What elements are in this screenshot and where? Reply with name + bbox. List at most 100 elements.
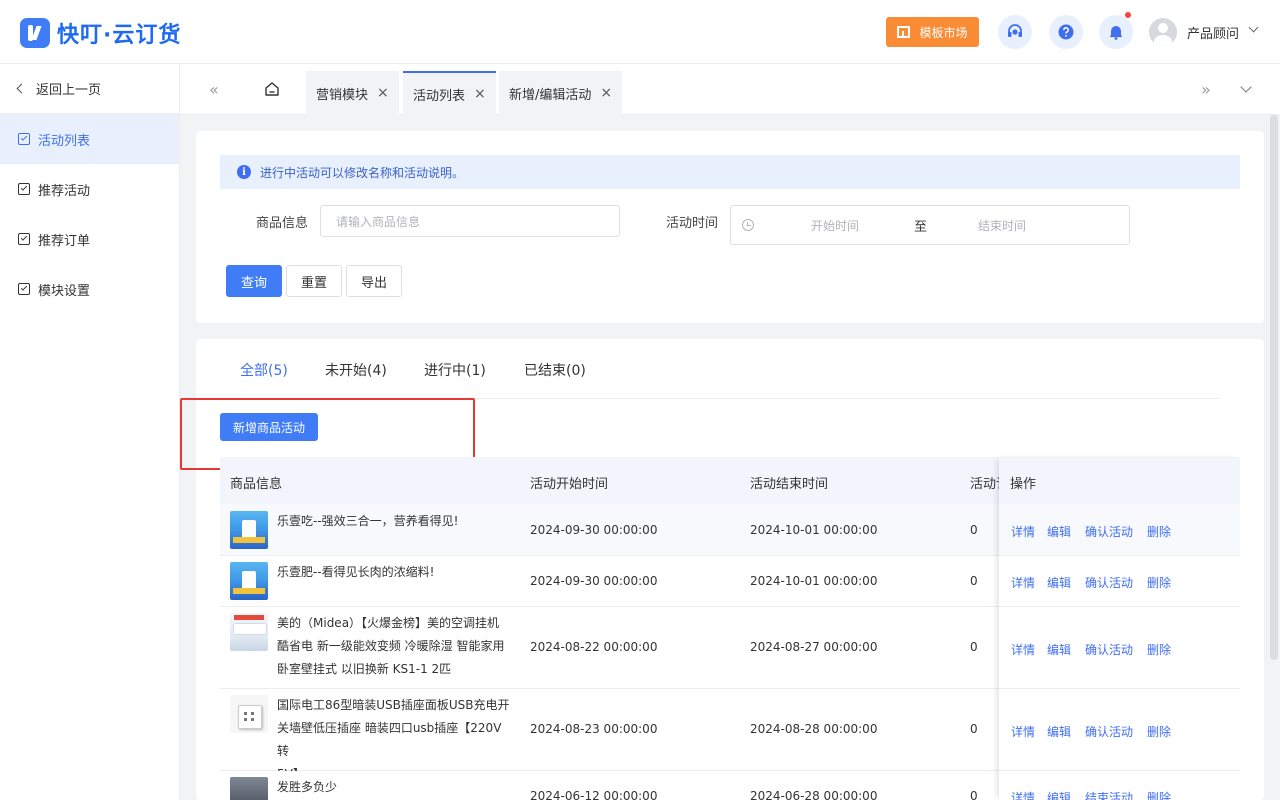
order-count: 0 — [970, 523, 978, 537]
app-logo[interactable]: 快叮·云订货 — [20, 17, 181, 49]
tabs-scroll-right-icon[interactable]: » — [1201, 80, 1211, 99]
product-name: 乐壹肥--看得见长肉的浓缩料! — [277, 565, 435, 579]
export-button[interactable]: 导出 — [346, 265, 402, 297]
chevron-left-icon — [16, 83, 27, 94]
product-thumbnail[interactable] — [230, 695, 268, 733]
product-thumbnail[interactable] — [230, 777, 268, 800]
end-activity-link[interactable]: 结束活动 — [1085, 789, 1133, 800]
chevron-down-icon[interactable] — [1248, 22, 1259, 33]
end-time: 2024-08-28 00:00:00 — [750, 722, 878, 736]
confirm-activity-link[interactable]: 确认活动 — [1085, 574, 1133, 591]
detail-link[interactable]: 详情 — [1011, 723, 1035, 740]
tab-label: 新增/编辑活动 — [509, 87, 592, 103]
template-market-button[interactable]: 模板市场 — [886, 17, 979, 47]
detail-link[interactable]: 详情 — [1011, 789, 1035, 800]
edit-link[interactable]: 编辑 — [1047, 641, 1071, 658]
delete-link[interactable]: 删除 — [1147, 574, 1171, 591]
tab-marketing-module[interactable]: 营销模块 × — [306, 71, 399, 115]
product-thumbnail[interactable] — [230, 562, 268, 600]
back-label: 返回上一页 — [36, 83, 102, 98]
page-scrollbar[interactable] — [1270, 115, 1278, 660]
end-time: 2024-10-01 00:00:00 — [750, 523, 878, 537]
back-button[interactable]: 返回上一页 — [0, 64, 179, 114]
date-range-picker[interactable]: 开始时间 至 结束时间 — [730, 205, 1130, 245]
checklist-icon — [18, 133, 30, 145]
sidebar-item-activity-list[interactable]: 活动列表 — [0, 114, 179, 164]
order-count: 0 — [970, 789, 978, 800]
query-button[interactable]: 查询 — [226, 265, 282, 297]
start-time-placeholder[interactable]: 开始时间 — [811, 217, 859, 234]
end-time: 2024-06-28 00:00:00 — [750, 789, 878, 800]
edit-link[interactable]: 编辑 — [1047, 523, 1071, 540]
checklist-icon — [18, 233, 30, 245]
tab-not-started[interactable]: 未开始(4) — [325, 360, 387, 380]
home-icon[interactable] — [264, 81, 280, 97]
detail-link[interactable]: 详情 — [1011, 574, 1035, 591]
start-time: 2024-09-30 00:00:00 — [530, 574, 658, 588]
sidebar-item-label: 活动列表 — [38, 133, 91, 149]
logo-text: 快叮·云订货 — [57, 23, 182, 48]
detail-link[interactable]: 详情 — [1011, 523, 1035, 540]
page-tabs-bar: « 营销模块 × 活动列表 × 新增/编辑活动 × » — [180, 64, 1280, 115]
notice-bar: i 进行中活动可以修改名称和活动说明。 — [220, 155, 1240, 189]
delete-link[interactable]: 删除 — [1147, 641, 1171, 658]
tab-activity-list[interactable]: 活动列表 × — [403, 71, 496, 115]
product-thumbnail[interactable] — [230, 613, 268, 651]
end-time: 2024-08-27 00:00:00 — [750, 640, 878, 654]
column-header: 商品信息 — [230, 477, 283, 492]
order-count: 0 — [970, 722, 978, 736]
product-name: 美的（Midea）【火爆金榜】美的空调挂机 酷省电 新一级能效变频 冷暖除湿 智… — [277, 616, 505, 676]
logo-mark-icon — [20, 18, 50, 48]
close-icon[interactable]: × — [377, 85, 389, 101]
sidebar-item-recommend-order[interactable]: 推荐订单 — [0, 214, 179, 264]
top-header: 快叮·云订货 模板市场 产品顾问 — [0, 0, 1280, 64]
product-thumbnail[interactable] — [230, 511, 268, 549]
help-button[interactable] — [1049, 15, 1083, 49]
edit-link[interactable]: 编辑 — [1047, 723, 1071, 740]
close-icon[interactable]: × — [474, 86, 486, 102]
column-header: 活动订 — [970, 477, 999, 492]
end-time-placeholder[interactable]: 结束时间 — [978, 217, 1026, 234]
product-name: 发胜多负少 — [277, 780, 338, 794]
tab-ended[interactable]: 已结束(0) — [524, 360, 586, 380]
confirm-activity-link[interactable]: 确认活动 — [1085, 523, 1133, 540]
close-icon[interactable]: × — [600, 85, 612, 101]
user-name[interactable]: 产品顾问 — [1187, 23, 1239, 42]
order-count: 0 — [970, 574, 978, 588]
column-header: 操作 — [1010, 477, 1037, 492]
start-time: 2024-08-22 00:00:00 — [530, 640, 658, 654]
sidebar-item-label: 模块设置 — [38, 283, 91, 299]
tab-all[interactable]: 全部(5) — [240, 360, 288, 380]
sidebar-item-recommend-activity[interactable]: 推荐活动 — [0, 164, 179, 214]
reset-button[interactable]: 重置 — [286, 265, 342, 297]
tab-in-progress[interactable]: 进行中(1) — [424, 360, 486, 380]
bell-icon — [1110, 26, 1122, 40]
chevron-down-icon[interactable] — [1240, 81, 1252, 93]
notice-text: 进行中活动可以修改名称和活动说明。 — [260, 165, 465, 180]
avatar[interactable] — [1149, 18, 1177, 46]
edit-link[interactable]: 编辑 — [1047, 789, 1071, 800]
checklist-icon — [18, 183, 30, 195]
clock-icon — [742, 219, 754, 231]
confirm-activity-link[interactable]: 确认活动 — [1085, 723, 1133, 740]
end-time: 2024-10-01 00:00:00 — [750, 574, 878, 588]
product-search-input[interactable]: 请输入商品信息 — [320, 205, 620, 237]
sidebar-item-module-settings[interactable]: 模块设置 — [0, 264, 179, 314]
tab-add-edit-activity[interactable]: 新增/编辑活动 × — [499, 71, 623, 115]
tabs-scroll-left-icon[interactable]: « — [209, 80, 219, 99]
confirm-activity-link[interactable]: 确认活动 — [1085, 641, 1133, 658]
delete-link[interactable]: 删除 — [1147, 523, 1171, 540]
start-time: 2024-06-12 00:00:00 — [530, 789, 658, 800]
tab-label: 活动列表 — [413, 88, 466, 104]
notification-button[interactable] — [1099, 12, 1133, 49]
start-time: 2024-08-23 00:00:00 — [530, 722, 658, 736]
sidebar-item-label: 推荐订单 — [38, 233, 91, 249]
column-header: 活动开始时间 — [530, 477, 609, 492]
detail-link[interactable]: 详情 — [1011, 641, 1035, 658]
delete-link[interactable]: 删除 — [1147, 789, 1171, 800]
edit-link[interactable]: 编辑 — [1047, 574, 1071, 591]
checklist-icon — [18, 283, 30, 295]
template-market-label: 模板市场 — [919, 25, 968, 40]
customer-service-button[interactable] — [998, 15, 1032, 49]
delete-link[interactable]: 删除 — [1147, 723, 1171, 740]
